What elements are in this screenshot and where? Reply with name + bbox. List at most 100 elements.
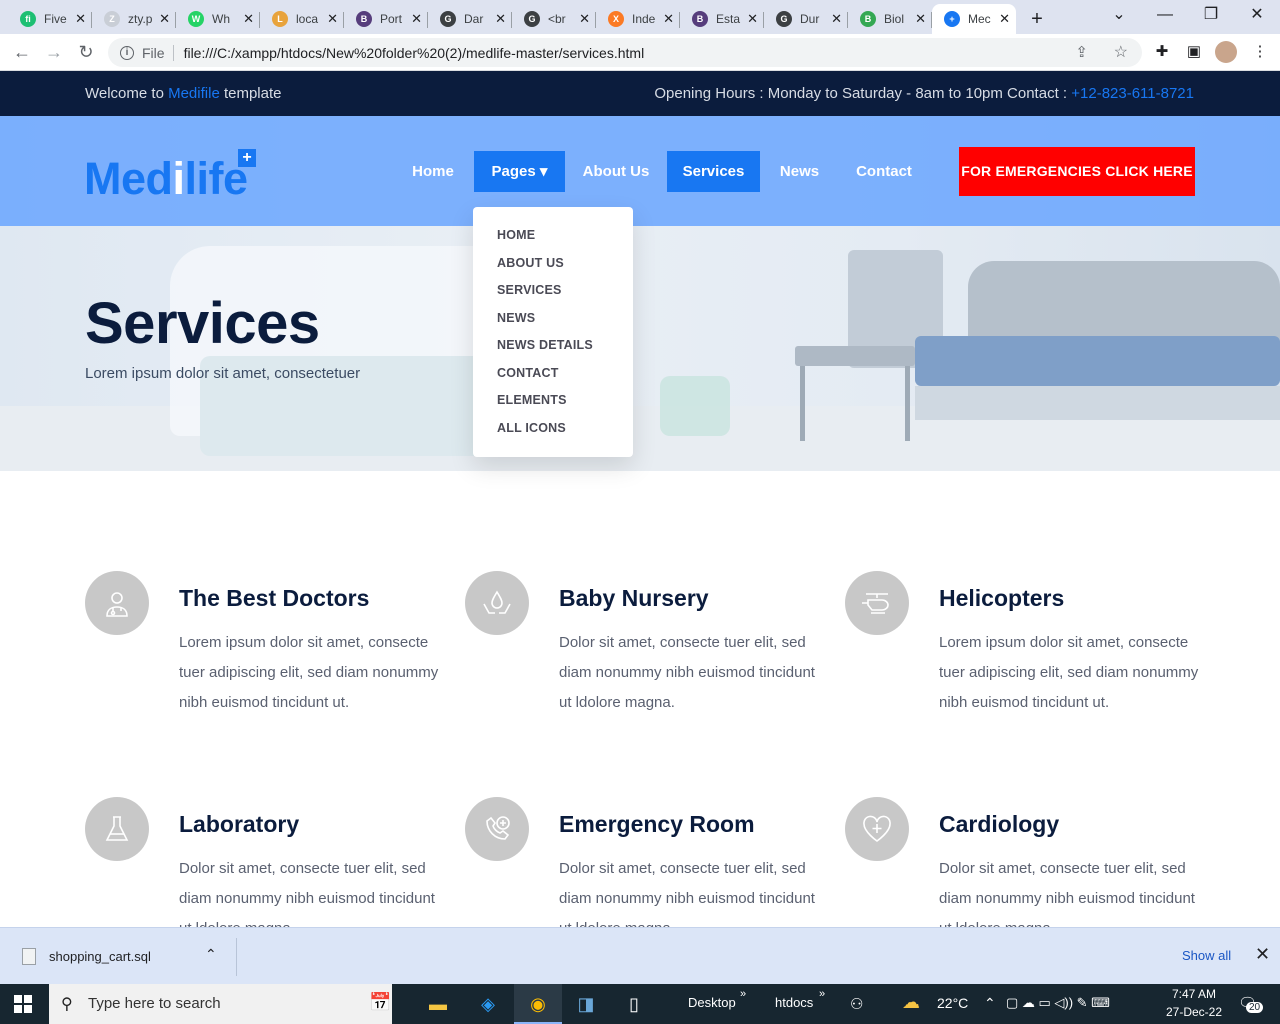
tab-close-icon[interactable]: ✕ <box>579 11 590 27</box>
profile-avatar[interactable] <box>1215 41 1237 63</box>
browser-tab[interactable]: B Esta ✕ <box>680 4 764 34</box>
tab-close-icon[interactable]: ✕ <box>999 11 1010 27</box>
tab-close-icon[interactable]: ✕ <box>159 11 170 27</box>
brand-link[interactable]: Medifile <box>168 85 220 102</box>
tab-favicon-icon: fi <box>20 11 36 27</box>
browser-tab[interactable]: Lloca ✕ <box>260 4 344 34</box>
service-description: Lorem ipsum dolor sit amet, consecte tue… <box>179 634 439 711</box>
forward-icon[interactable]: → <box>42 40 66 64</box>
show-all-button[interactable]: Show all <box>1182 948 1231 963</box>
minimize-button[interactable]: — <box>1142 0 1188 32</box>
dropdown-item-about[interactable]: ABOUT US <box>473 254 633 282</box>
tab-close-icon[interactable]: ✕ <box>75 11 86 27</box>
browser-tab[interactable]: Zzty.p ✕ <box>92 4 176 34</box>
maximize-button[interactable]: ❐ <box>1188 0 1234 32</box>
tab-favicon-icon: B <box>692 11 708 27</box>
share-icon[interactable]: ⇪ <box>1075 43 1088 61</box>
nav-about[interactable]: About Us <box>577 151 655 192</box>
url-field[interactable]: i File file:///C:/xampp/htdocs/New%20fol… <box>108 38 1142 67</box>
file-explorer-icon[interactable]: ▬ <box>414 984 462 1024</box>
vscode-icon[interactable]: ◈ <box>464 984 512 1024</box>
tray-icons[interactable]: ▢ ☁ ▭ ◁)) ✎ ⌨ <box>1006 995 1110 1011</box>
site-logo[interactable]: Medilife <box>84 151 248 206</box>
search-icon: ⚲ <box>61 996 73 1013</box>
mysql-workbench-icon[interactable]: ◨ <box>562 984 610 1024</box>
bookmark-star-icon[interactable]: ☆ <box>1114 42 1128 62</box>
emergency-button[interactable]: FOR EMERGENCIES CLICK HERE <box>959 147 1195 196</box>
browser-tab[interactable]: B Biol ✕ <box>848 4 932 34</box>
doctor-icon <box>85 571 149 635</box>
browser-tab[interactable]: fi Five ✕ <box>8 4 92 34</box>
dropdown-item-contact[interactable]: CONTACT <box>473 364 633 392</box>
chevron-right-icon[interactable]: » <box>819 988 825 1000</box>
back-icon[interactable]: ← <box>10 40 34 64</box>
side-panel-icon[interactable]: ▣ <box>1184 42 1204 62</box>
phone-link[interactable]: +12-823-611-8721 <box>1071 85 1194 102</box>
windows-start-icon[interactable] <box>14 995 32 1013</box>
download-filename[interactable]: shopping_cart.sql <box>49 949 151 964</box>
page-title: Services <box>85 291 320 356</box>
tab-search-icon[interactable]: ⌄ <box>1096 0 1142 32</box>
tab-title: Inde <box>632 12 656 26</box>
nav-news[interactable]: News <box>772 151 827 192</box>
close-icon[interactable]: ✕ <box>1255 944 1270 965</box>
nav-home[interactable]: Home <box>404 151 462 192</box>
search-placeholder: Type here to search <box>88 995 221 1012</box>
dropdown-item-elements[interactable]: ELEMENTS <box>473 391 633 419</box>
desktop-toolbar[interactable]: Desktop <box>688 995 736 1010</box>
browser-tab[interactable]: G Dur ✕ <box>764 4 848 34</box>
tab-close-icon[interactable]: ✕ <box>327 11 338 27</box>
page-subtitle: Lorem ipsum dolor sit amet, consectetuer <box>85 365 361 382</box>
tab-close-icon[interactable]: ✕ <box>663 11 674 27</box>
info-icon[interactable]: i <box>120 45 134 60</box>
tab-close-icon[interactable]: ✕ <box>915 11 926 27</box>
browser-tab[interactable]: W Wh ✕ <box>176 4 260 34</box>
browser-tab[interactable]: G Dar ✕ <box>428 4 512 34</box>
people-icon[interactable]: ⚇ <box>850 995 863 1013</box>
tab-title: zty.p <box>128 12 153 26</box>
hero-sofa-seat <box>915 336 1280 386</box>
extensions-icon[interactable]: ✚ <box>1152 42 1172 62</box>
chrome-icon[interactable]: ◉ <box>514 984 562 1024</box>
service-description: Lorem ipsum dolor sit amet, consecte tue… <box>939 634 1199 711</box>
notepad-icon[interactable]: ▯ <box>610 984 658 1024</box>
downloads-bar: shopping_cart.sql ⌃ Show all ✕ <box>0 927 1280 984</box>
clock-date[interactable]: 27-Dec-22 <box>1166 1005 1222 1019</box>
hero-chair-leg <box>800 366 805 441</box>
browser-tab[interactable]: X Inde ✕ <box>596 4 680 34</box>
browser-tab[interactable]: B Port ✕ <box>344 4 428 34</box>
htdocs-toolbar[interactable]: htdocs <box>775 995 813 1010</box>
reload-icon[interactable]: ↻ <box>74 40 98 64</box>
tab-close-icon[interactable]: ✕ <box>411 11 422 27</box>
hero-chair-leg <box>905 366 910 441</box>
tab-title: Port <box>380 12 403 26</box>
dropdown-item-services[interactable]: SERVICES <box>473 281 633 309</box>
chevron-up-icon[interactable]: ⌃ <box>205 946 217 963</box>
opening-hours: Opening Hours : Monday to Saturday - 8am… <box>654 85 1194 102</box>
browser-tab[interactable]: + Mec ✕ <box>932 4 1016 34</box>
tab-favicon-icon: G <box>776 11 792 27</box>
dropdown-item-home[interactable]: HOME <box>473 226 633 254</box>
dropdown-item-all-icons[interactable]: ALL ICONS <box>473 419 633 447</box>
menu-icon[interactable]: ⋮ <box>1250 42 1270 62</box>
dropdown-item-news-details[interactable]: NEWS DETAILS <box>473 336 633 364</box>
tab-close-icon[interactable]: ✕ <box>831 11 842 27</box>
browser-tab[interactable]: G <br ✕ <box>512 4 596 34</box>
nav-pages[interactable]: Pages ▾ <box>474 151 565 192</box>
dropdown-item-news[interactable]: NEWS <box>473 309 633 337</box>
service-title: Laboratory <box>179 811 300 837</box>
nav-services[interactable]: Services <box>667 151 760 192</box>
new-tab-button[interactable]: + <box>1022 4 1052 34</box>
tab-close-icon[interactable]: ✕ <box>243 11 254 27</box>
close-window-button[interactable]: ✕ <box>1234 0 1280 32</box>
nav-contact[interactable]: Contact <box>849 151 919 192</box>
chevron-right-icon[interactable]: » <box>740 988 746 1000</box>
tab-title: Esta <box>716 12 741 26</box>
taskbar-search[interactable]: ⚲ Type here to search 📅 <box>49 984 392 1024</box>
helicopter-icon <box>845 571 909 635</box>
tab-close-icon[interactable]: ✕ <box>747 11 758 27</box>
tab-close-icon[interactable]: ✕ <box>495 11 506 27</box>
chevron-up-icon[interactable]: ⌃ <box>984 995 996 1012</box>
clock-time[interactable]: 7:47 AM <box>1172 987 1216 1001</box>
weather-temp[interactable]: 22°C <box>937 995 968 1011</box>
